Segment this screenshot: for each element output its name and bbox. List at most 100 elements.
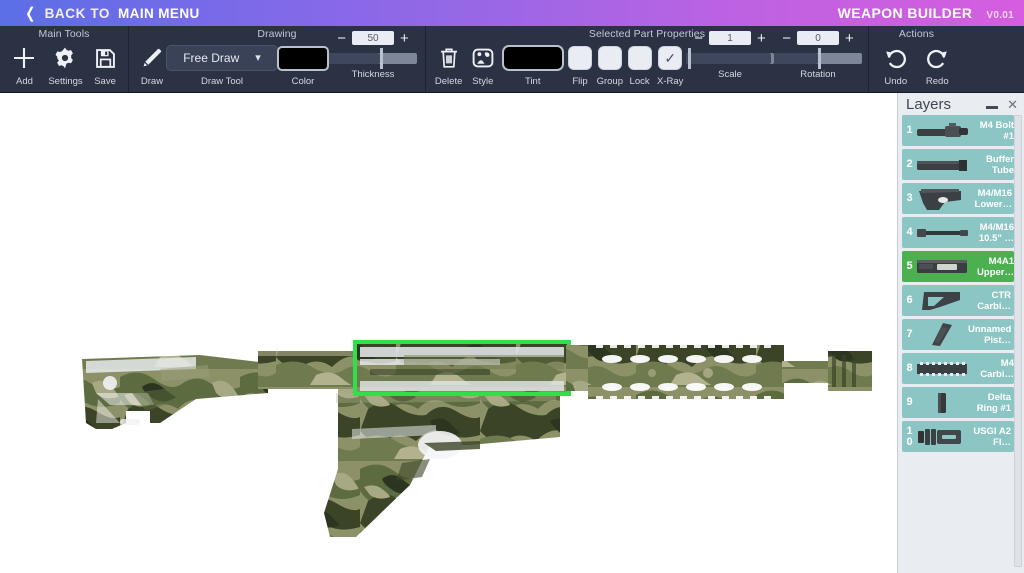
scale-group: − 1 + Scale — [686, 28, 774, 80]
layer-index: 7 — [902, 329, 915, 340]
group-toggle[interactable]: Group — [595, 41, 625, 87]
flip-label: Flip — [572, 76, 587, 87]
layers-scrollbar[interactable] — [1014, 115, 1022, 567]
group-checkbox[interactable] — [598, 46, 622, 70]
back-to-main-menu-button[interactable]: ❮ BACK TO MAIN MENU — [24, 0, 200, 26]
part-lower-receiver[interactable] — [324, 389, 560, 537]
thickness-slider[interactable] — [329, 53, 417, 64]
layer-index: 3 — [902, 193, 915, 204]
part-flash-hider[interactable] — [828, 351, 872, 391]
tint-label: Tint — [525, 76, 540, 87]
style-button[interactable]: Style — [465, 41, 500, 87]
delta-ring-thumbnail-icon — [915, 387, 968, 418]
draw-tool-value: Free Draw — [183, 51, 239, 65]
layer-row[interactable]: 6 CTR Carbi… — [902, 285, 1014, 316]
layer-name: Delta Ring #1 — [968, 392, 1014, 414]
part-stock[interactable] — [82, 355, 268, 429]
thickness-decrease-button[interactable]: − — [337, 31, 346, 46]
xray-label: X-Ray — [657, 76, 683, 87]
xray-toggle[interactable]: ✓ X-Ray — [654, 41, 686, 87]
color-swatch[interactable] — [277, 46, 329, 71]
draw-button[interactable]: Draw — [137, 41, 167, 87]
delete-button[interactable]: Delete — [432, 41, 465, 87]
layer-row[interactable]: 2 Buffer Tube — [902, 149, 1014, 180]
thickness-value[interactable]: 50 — [352, 31, 394, 45]
lock-checkbox[interactable] — [628, 46, 652, 70]
layers-panel: Layers ✕ 1 M4 Bolt #1 — [897, 93, 1024, 573]
flip-checkbox[interactable] — [568, 46, 592, 70]
lock-toggle[interactable]: Lock — [625, 41, 655, 87]
app-title: WEAPON BUILDER — [838, 5, 973, 21]
part-buffer-tube[interactable] — [258, 351, 362, 389]
add-label: Add — [16, 76, 33, 87]
rotation-slider[interactable] — [774, 53, 862, 64]
layer-index: 10 — [902, 426, 915, 448]
thickness-group: − 50 + Thickness — [329, 28, 417, 80]
layer-row[interactable]: 4 M4/M16 10.5" … — [902, 217, 1014, 248]
layer-name: M4/M16 10.5" … — [971, 222, 1014, 244]
check-icon: ✓ — [664, 51, 676, 65]
layer-row[interactable]: 7 Unnamed Pist… — [902, 319, 1014, 350]
color-label: Color — [292, 76, 315, 87]
layer-list[interactable]: 1 M4 Bolt #1 2 — [902, 115, 1014, 567]
settings-button[interactable]: Settings — [48, 41, 82, 87]
scale-slider[interactable] — [686, 53, 774, 64]
save-button[interactable]: Save — [94, 41, 117, 87]
weapon-canvas[interactable] — [0, 93, 1024, 573]
undo-button[interactable]: Undo — [883, 41, 909, 87]
tint-swatch[interactable] — [502, 45, 564, 71]
chevron-down-icon: ▾ — [255, 53, 261, 64]
layer-row[interactable]: 3 M4/M16 Lower… — [902, 183, 1014, 214]
rotation-value[interactable]: 0 — [797, 31, 839, 45]
trash-icon — [438, 43, 460, 73]
rotation-stepper: − 0 + — [782, 30, 854, 46]
layer-row[interactable]: 9 Delta Ring #1 — [902, 387, 1014, 418]
flip-toggle[interactable]: Flip — [565, 41, 595, 87]
toolbar-section-main-tools: Main Tools Add Settings — [0, 26, 128, 92]
draw-tool-group: Free Draw ▾ Draw Tool — [167, 41, 277, 87]
barrel-thumbnail-icon — [915, 217, 971, 248]
close-icon[interactable]: ✕ — [1007, 98, 1018, 111]
layers-title: Layers — [906, 96, 951, 113]
scale-value[interactable]: 1 — [709, 31, 751, 45]
weapon-render — [0, 93, 1024, 573]
part-barrel[interactable] — [782, 361, 832, 383]
layer-name: M4/M16 Lower… — [969, 188, 1014, 210]
lower-receiver-thumbnail-icon — [915, 183, 969, 214]
redo-button[interactable]: Redo — [924, 41, 950, 87]
layer-index: 9 — [902, 397, 915, 408]
app-version: V0.01 — [986, 10, 1014, 21]
buffer-tube-thumbnail-icon — [915, 149, 971, 180]
scale-increase-button[interactable]: + — [757, 31, 766, 46]
layer-row[interactable]: 10 USGI A2 Fl… — [902, 421, 1014, 452]
draw-label: Draw — [141, 76, 163, 87]
xray-checkbox[interactable]: ✓ — [658, 46, 682, 70]
rotation-decrease-button[interactable]: − — [782, 31, 791, 46]
rotation-label: Rotation — [800, 69, 835, 80]
layer-row[interactable]: 8 — [902, 353, 1014, 384]
rotation-increase-button[interactable]: + — [845, 31, 854, 46]
thickness-increase-button[interactable]: + — [400, 31, 409, 46]
part-delta-ring[interactable] — [566, 345, 590, 391]
part-handguard[interactable] — [588, 343, 784, 401]
thickness-stepper: − 50 + — [337, 30, 409, 46]
handguard-thumbnail-icon — [915, 353, 971, 384]
layer-row[interactable]: 5 M4A1 Upper… — [902, 251, 1014, 282]
draw-tool-select[interactable]: Free Draw ▾ — [166, 45, 278, 71]
layer-row[interactable]: 1 M4 Bolt #1 — [902, 115, 1014, 146]
undo-arrow-icon — [883, 43, 909, 73]
redo-arrow-icon — [924, 43, 950, 73]
thickness-label: Thickness — [352, 69, 395, 80]
part-upper-receiver[interactable] — [355, 342, 569, 394]
toolbar-section-drawing: Drawing Draw — [128, 26, 425, 92]
layer-index: 4 — [902, 227, 915, 238]
upper-receiver-thumbnail-icon — [915, 251, 971, 282]
minimize-icon[interactable] — [986, 106, 998, 109]
toolbar-section-selected-part: Selected Part Properties Delete — [425, 26, 868, 92]
layer-name: Buffer Tube — [971, 154, 1014, 176]
gear-icon — [53, 43, 77, 73]
lock-label: Lock — [630, 76, 650, 87]
layer-index: 1 — [902, 125, 915, 136]
add-button[interactable]: Add — [11, 41, 37, 87]
scale-decrease-button[interactable]: − — [694, 31, 703, 46]
